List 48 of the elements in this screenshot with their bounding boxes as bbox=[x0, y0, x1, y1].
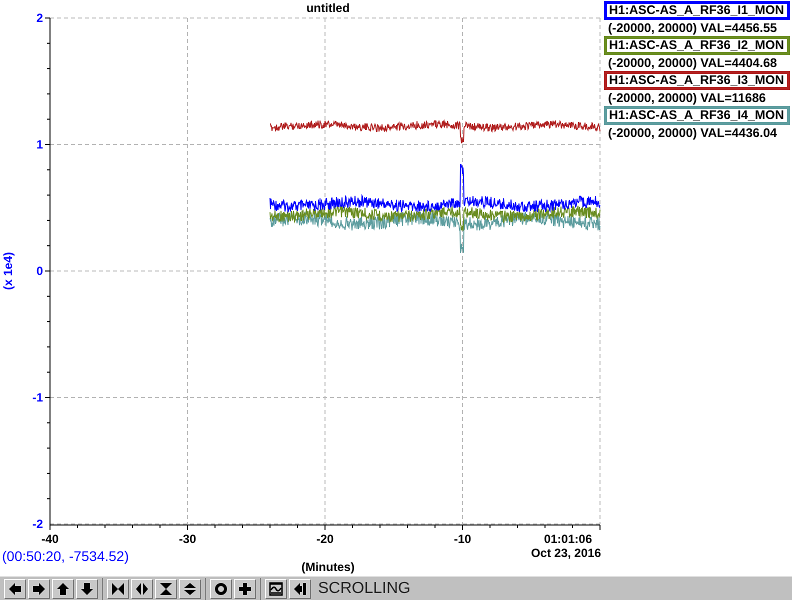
channel-range-value: (-20000, 20000) VAL=11686 bbox=[607, 90, 767, 106]
toolbar-button[interactable] bbox=[28, 578, 50, 598]
toolbar-button[interactable] bbox=[52, 578, 74, 598]
arrow-to-bar-icon bbox=[293, 582, 307, 596]
left-arrow-icon bbox=[8, 582, 22, 596]
y-tick-label: 2 bbox=[36, 11, 43, 25]
toolbar-button[interactable] bbox=[289, 578, 311, 598]
x-end-date: Oct 23, 2016 bbox=[530, 546, 601, 560]
wave-icon bbox=[269, 582, 283, 596]
bowtie-icon bbox=[111, 582, 125, 596]
toolbar-button[interactable] bbox=[179, 578, 201, 598]
x-axis-label: (Minutes) bbox=[301, 560, 355, 574]
mode-label: SCROLLING bbox=[318, 580, 410, 598]
down-arrow-icon bbox=[80, 582, 94, 596]
x-tick-label: -20 bbox=[316, 532, 334, 546]
toolbar-button[interactable] bbox=[234, 578, 256, 598]
channel-name: H1:ASC-AS_A_RF36_I1_MON bbox=[604, 1, 790, 20]
channel-name: H1:ASC-AS_A_RF36_I3_MON bbox=[604, 71, 790, 90]
channel-name: H1:ASC-AS_A_RF36_I2_MON bbox=[604, 36, 790, 55]
toolbar-button[interactable] bbox=[265, 578, 287, 598]
toolbar-button[interactable] bbox=[131, 578, 153, 598]
right-arrow-icon bbox=[32, 582, 46, 596]
circle-icon bbox=[214, 582, 228, 596]
plot-title: untitled bbox=[306, 1, 350, 15]
y-tick-label: -2 bbox=[32, 517, 43, 531]
toolbar-button[interactable] bbox=[107, 578, 129, 598]
x-tick-label: -10 bbox=[454, 532, 472, 546]
y-axis-label: (x 1e4) bbox=[1, 252, 15, 290]
channel-range-value: (-20000, 20000) VAL=4404.68 bbox=[607, 55, 778, 71]
toolbar-button[interactable] bbox=[155, 578, 177, 598]
diamond-icon bbox=[135, 582, 149, 596]
hourglass-icon bbox=[159, 582, 173, 596]
y-tick-label: 1 bbox=[36, 138, 43, 152]
x-end-time: 01:01:06 bbox=[544, 532, 592, 546]
y-tick-label: -1 bbox=[32, 390, 43, 404]
cursor-readout: (00:50:20, -7534.52) bbox=[2, 548, 129, 564]
channel-range-value: (-20000, 20000) VAL=4456.55 bbox=[607, 20, 778, 36]
up-down-icon bbox=[183, 582, 197, 596]
channel-range-value: (-20000, 20000) VAL=4436.04 bbox=[607, 125, 778, 141]
toolbar-button[interactable] bbox=[210, 578, 232, 598]
x-tick-label: -40 bbox=[41, 532, 59, 546]
plus-icon bbox=[238, 582, 252, 596]
toolbar-button[interactable] bbox=[76, 578, 98, 598]
x-tick-label: -30 bbox=[178, 532, 196, 546]
channel-name: H1:ASC-AS_A_RF36_I4_MON bbox=[604, 106, 790, 125]
y-tick-label: 0 bbox=[36, 264, 43, 278]
toolbar-button[interactable] bbox=[4, 578, 26, 598]
up-arrow-icon bbox=[56, 582, 70, 596]
